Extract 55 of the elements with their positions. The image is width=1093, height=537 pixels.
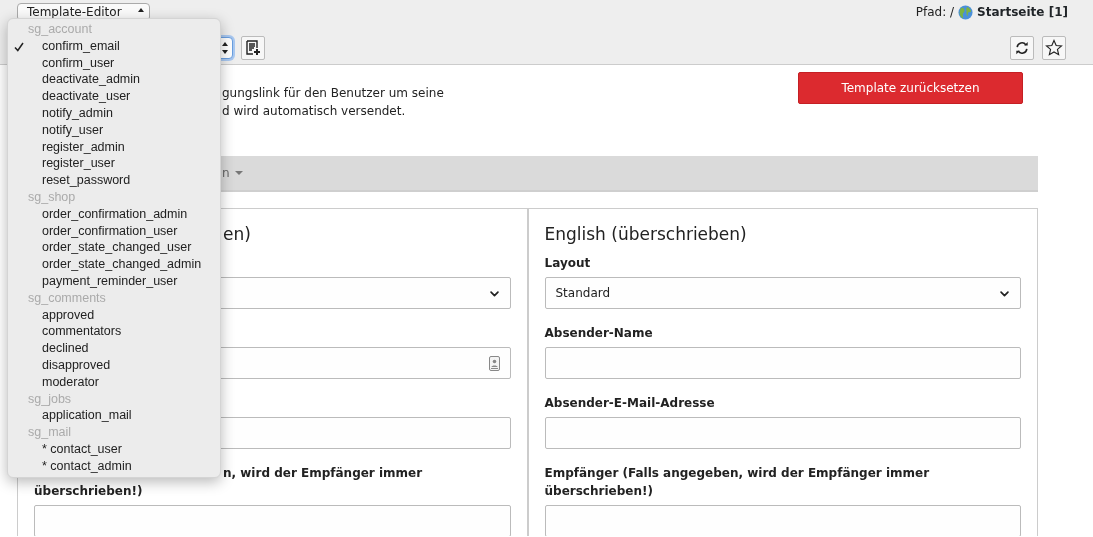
menu-item[interactable]: order_confirmation_user (8, 222, 220, 240)
menu-item[interactable]: deactivate_admin (8, 71, 220, 89)
refresh-icon (1015, 41, 1029, 55)
menu-item[interactable]: * contact_admin (8, 457, 220, 475)
menu-item[interactable]: disapproved (8, 356, 220, 374)
menu-item[interactable]: application_mail (8, 407, 220, 425)
star-icon (1045, 39, 1063, 57)
menu-item[interactable]: confirm_email (8, 37, 220, 55)
description-text: d wird automatisch versendet. (222, 103, 407, 120)
globe-icon (958, 4, 974, 20)
field-label: Empfänger (Falls angegeben, wird der Empfänger immer überschrieben!) (544, 465, 931, 500)
refresh-button[interactable] (1010, 36, 1034, 60)
contact-card-icon[interactable] (488, 355, 500, 371)
page-link[interactable]: Startseite [1] (977, 3, 1068, 21)
add-document-icon (245, 40, 261, 56)
column-heading: English (überschrieben) (544, 223, 747, 245)
menu-item[interactable]: commentators (8, 323, 220, 341)
menu-item[interactable]: order_state_changed_admin (8, 256, 220, 273)
menu-item[interactable]: notify_user (8, 121, 220, 139)
menu-item[interactable]: declined (8, 340, 220, 357)
field-label: Absender-Name (544, 325, 654, 342)
add-template-button[interactable] (241, 36, 265, 60)
menu-item[interactable]: notify_admin (8, 105, 220, 122)
input-field[interactable] (544, 505, 1021, 536)
menu-item[interactable]: * contact_user (8, 440, 220, 458)
field-label: Layout (544, 255, 592, 272)
menu-item[interactable]: register_admin (8, 138, 220, 156)
input-field[interactable] (544, 417, 1021, 449)
menu-item[interactable]: reset_password (8, 172, 220, 189)
menu-item[interactable]: register_user (8, 155, 220, 173)
layout-select[interactable]: Standard (544, 277, 1021, 309)
menu-group-header: sg_shop (27, 188, 77, 206)
path-label: Pfad: / (915, 4, 955, 21)
menu-group-header: sg_account (27, 21, 93, 38)
menu-item[interactable]: order_confirmation_admin (8, 205, 220, 223)
menu-group-header: sg_comments (27, 289, 107, 307)
field-label: überschrieben!) (34, 483, 144, 500)
input-field[interactable] (34, 505, 511, 536)
reset-template-button[interactable]: Template zurücksetzen (798, 72, 1023, 104)
menu-group-header: sg_mail (27, 424, 73, 441)
menu-item[interactable]: deactivate_user (8, 88, 220, 105)
input-field[interactable] (544, 347, 1021, 379)
bookmark-button[interactable] (1042, 36, 1066, 60)
menu-item[interactable]: moderator (8, 373, 220, 391)
field-label: n, wird der Empfänger immer (223, 465, 424, 482)
column-heading: en) (223, 223, 251, 245)
field-label: Absender-E-Mail-Adresse (544, 395, 716, 412)
menu-item[interactable]: order_state_changed_user (8, 239, 220, 257)
sort-arrows-icon (221, 41, 229, 55)
menu-item[interactable]: payment_reminder_user (8, 272, 220, 290)
menu-group-header: sg_jobs (27, 390, 73, 408)
menu-item[interactable]: confirm_user (8, 54, 220, 72)
description-text: gungslink für den Benutzer um seine (222, 85, 444, 102)
language-dropdown[interactable]: n (222, 164, 243, 182)
menu-item[interactable]: approved (8, 306, 220, 324)
